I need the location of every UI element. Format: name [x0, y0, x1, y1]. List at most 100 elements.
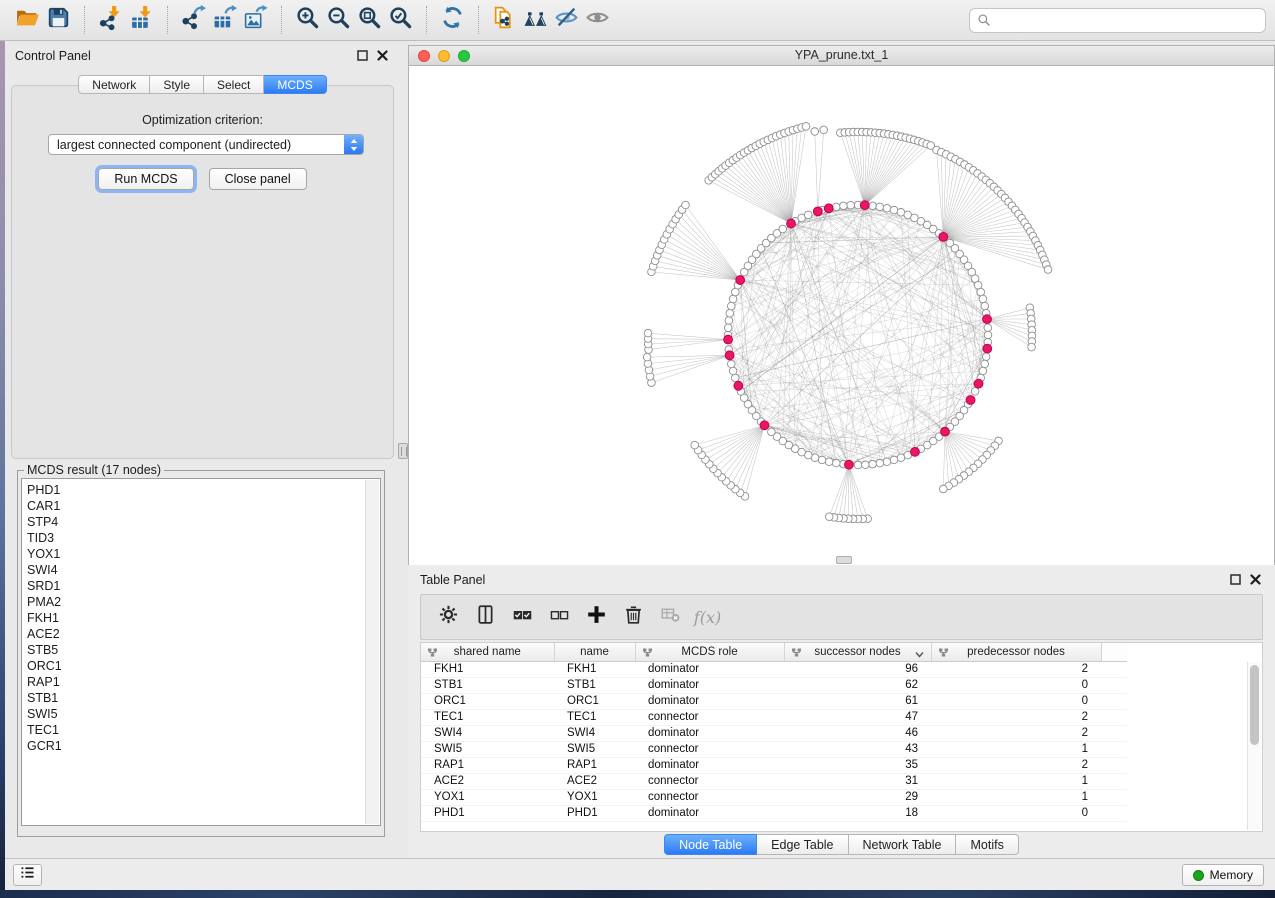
table-row[interactable]: RAP1RAP1dominator352: [421, 757, 1127, 773]
tab-network[interactable]: Network: [78, 75, 150, 94]
show-all-button[interactable]: [582, 5, 613, 35]
mcds-result-item[interactable]: TEC1: [27, 722, 380, 738]
network-search-box[interactable]: [969, 8, 1266, 33]
tab-select[interactable]: Select: [204, 75, 264, 94]
export-network-button[interactable]: [178, 5, 209, 35]
network-leaf-node[interactable]: [940, 485, 948, 493]
cell-successor-nodes[interactable]: 96: [784, 661, 931, 677]
column-header-successor-nodes[interactable]: successor nodes: [784, 643, 931, 661]
network-leaf-node[interactable]: [682, 201, 690, 209]
network-hub-node[interactable]: [860, 201, 869, 210]
network-leaf-node[interactable]: [1028, 343, 1036, 351]
table-scrollbar[interactable]: [1247, 662, 1261, 830]
cell-predecessor-nodes[interactable]: 0: [931, 677, 1101, 693]
table-row[interactable]: ORC1ORC1dominator610: [421, 693, 1127, 709]
cell-predecessor-nodes[interactable]: 1: [931, 773, 1101, 789]
network-node[interactable]: [729, 295, 737, 303]
mcds-result-list[interactable]: PHD1CAR1STP4TID3YOX1SWI4SRD1PMA2FKH1ACE2…: [21, 478, 381, 826]
network-leaf-node[interactable]: [1044, 266, 1052, 274]
network-node[interactable]: [984, 331, 992, 339]
add-row-button[interactable]: [578, 601, 615, 633]
cell-name[interactable]: ACE2: [554, 773, 635, 789]
mcds-result-item[interactable]: PHD1: [27, 482, 380, 498]
cell-predecessor-nodes[interactable]: 1: [931, 741, 1101, 757]
network-node[interactable]: [982, 353, 990, 361]
table-row[interactable]: SWI4SWI4dominator462: [421, 725, 1127, 741]
network-node[interactable]: [876, 203, 884, 211]
mcds-result-item[interactable]: SWI4: [27, 562, 380, 578]
network-hub-node[interactable]: [725, 351, 734, 360]
select-all-button[interactable]: [504, 601, 541, 633]
network-canvas[interactable]: [408, 66, 1275, 565]
table-scrollbar-thumb[interactable]: [1250, 665, 1259, 745]
network-from-selection-button[interactable]: [489, 5, 520, 35]
network-hub-node[interactable]: [966, 396, 975, 405]
cell-predecessor-nodes[interactable]: 0: [931, 693, 1101, 709]
tab-edge-table[interactable]: Edge Table: [757, 834, 848, 855]
network-node[interactable]: [890, 456, 898, 464]
network-node[interactable]: [977, 288, 985, 296]
network-hub-node[interactable]: [813, 207, 822, 216]
mcds-result-item[interactable]: GCR1: [27, 738, 380, 754]
network-hub-node[interactable]: [760, 421, 769, 430]
network-node[interactable]: [883, 458, 891, 466]
mcds-list-scrollbar[interactable]: [365, 480, 379, 824]
cell-mcds-role[interactable]: dominator: [635, 661, 784, 677]
network-node[interactable]: [971, 388, 979, 396]
sort-chevron-icon[interactable]: [915, 649, 924, 661]
cell-shared-name[interactable]: SWI4: [421, 725, 554, 741]
table-row[interactable]: PHD1PHD1dominator180: [421, 805, 1127, 821]
cell-mcds-role[interactable]: dominator: [635, 757, 784, 773]
close-panel-action-button[interactable]: Close panel: [209, 168, 307, 190]
unselect-all-button[interactable]: [541, 601, 578, 633]
mcds-result-item[interactable]: STP4: [27, 514, 380, 530]
network-hub-node[interactable]: [736, 276, 745, 285]
network-node[interactable]: [979, 367, 987, 375]
network-hub-node[interactable]: [939, 232, 948, 241]
network-node[interactable]: [840, 202, 848, 210]
network-hub-node[interactable]: [983, 315, 992, 324]
network-node[interactable]: [825, 458, 833, 466]
table-settings-button[interactable]: [430, 601, 467, 633]
network-node[interactable]: [876, 459, 884, 467]
table-row[interactable]: STB1STB1dominator620: [421, 677, 1127, 693]
delete-table-button[interactable]: [652, 601, 689, 633]
network-hub-node[interactable]: [787, 219, 796, 228]
search-network-button[interactable]: [520, 5, 551, 35]
cell-shared-name[interactable]: ORC1: [421, 693, 554, 709]
network-leaf-node[interactable]: [811, 128, 819, 136]
mcds-result-item[interactable]: STB5: [27, 642, 380, 658]
export-table-button[interactable]: [209, 5, 240, 35]
table-row[interactable]: ACE2ACE2connector311: [421, 773, 1127, 789]
table-row[interactable]: TEC1TEC1connector472: [421, 709, 1127, 725]
delete-row-button[interactable]: [615, 601, 652, 633]
close-panel-button[interactable]: [377, 50, 388, 61]
cell-shared-name[interactable]: YOX1: [421, 789, 554, 805]
refresh-button[interactable]: [437, 5, 468, 35]
cell-successor-nodes[interactable]: 35: [784, 757, 931, 773]
mcds-result-item[interactable]: ORC1: [27, 658, 380, 674]
import-network-button[interactable]: [95, 5, 126, 35]
cell-predecessor-nodes[interactable]: 2: [931, 709, 1101, 725]
horizontal-splitter-handle[interactable]: [836, 556, 852, 564]
mcds-result-item[interactable]: TID3: [27, 530, 380, 546]
network-node[interactable]: [869, 202, 877, 210]
cell-predecessor-nodes[interactable]: 2: [931, 661, 1101, 677]
cell-predecessor-nodes[interactable]: 2: [931, 725, 1101, 741]
network-hub-node[interactable]: [724, 335, 733, 344]
mcds-result-item[interactable]: PMA2: [27, 594, 380, 610]
mcds-result-item[interactable]: FKH1: [27, 610, 380, 626]
hide-selected-button[interactable]: [551, 5, 582, 35]
run-mcds-button[interactable]: Run MCDS: [98, 168, 193, 190]
network-node[interactable]: [832, 459, 840, 467]
network-node[interactable]: [861, 461, 869, 469]
mcds-result-item[interactable]: SRD1: [27, 578, 380, 594]
table-row[interactable]: SWI5SWI5connector431: [421, 741, 1127, 757]
network-window-titlebar[interactable]: YPA_prune.txt_1: [408, 45, 1275, 66]
network-node[interactable]: [724, 324, 732, 332]
network-node[interactable]: [832, 203, 840, 211]
cell-mcds-role[interactable]: dominator: [635, 725, 784, 741]
network-node[interactable]: [768, 428, 776, 436]
cell-name[interactable]: PHD1: [554, 805, 635, 821]
cell-successor-nodes[interactable]: 18: [784, 805, 931, 821]
